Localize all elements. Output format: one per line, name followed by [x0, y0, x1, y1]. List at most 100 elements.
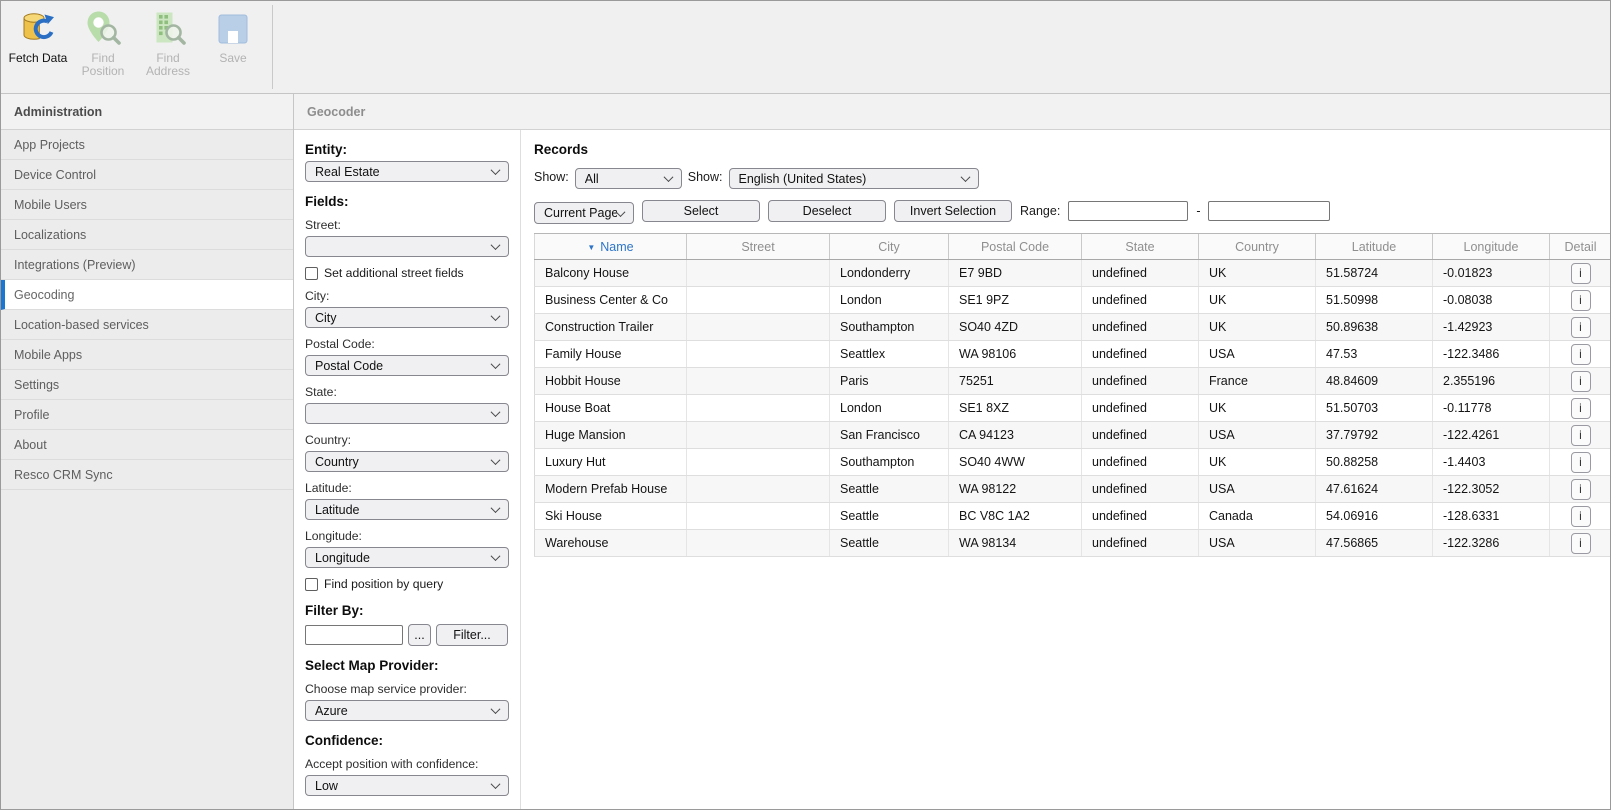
sidebar-item-integrations-preview[interactable]: Integrations (Preview): [1, 250, 293, 280]
detail-button[interactable]: i: [1571, 344, 1591, 365]
show-filter-select[interactable]: All: [575, 168, 682, 189]
cell-name: Luxury Hut: [535, 449, 687, 476]
detail-button[interactable]: i: [1571, 452, 1591, 473]
checkbox-icon[interactable]: [305, 267, 318, 280]
column-header-latitude[interactable]: Latitude: [1316, 234, 1433, 260]
filter-button[interactable]: Filter...: [436, 624, 508, 646]
sidebar-item-resco-crm-sync[interactable]: Resco CRM Sync: [1, 460, 293, 490]
fetch-data-button[interactable]: Fetch Data: [7, 7, 69, 65]
filter-ellipsis-button[interactable]: ...: [408, 624, 431, 646]
city-field-select[interactable]: City: [305, 307, 509, 328]
column-header-state[interactable]: State: [1082, 234, 1199, 260]
cell-postal: SO40 4WW: [949, 449, 1082, 476]
detail-button[interactable]: i: [1571, 371, 1591, 392]
latitude-field-value: Latitude: [315, 503, 492, 517]
column-header-name[interactable]: ▼Name: [535, 234, 687, 260]
records-table-wrap: ▼NameStreetCityPostal CodeStateCountryLa…: [534, 233, 1610, 557]
sort-desc-icon: ▼: [587, 243, 595, 252]
latitude-field-select[interactable]: Latitude: [305, 499, 509, 520]
cell-detail: i: [1550, 422, 1611, 449]
find-position-button[interactable]: Find Position: [72, 7, 134, 78]
range-from-input[interactable]: [1068, 201, 1188, 221]
page-scope-select[interactable]: Current Page: [534, 202, 634, 224]
country-field-value: Country: [315, 455, 492, 469]
street-field-select[interactable]: [305, 236, 509, 257]
page-scope-value: Current Page: [544, 206, 617, 220]
table-row[interactable]: Ski HouseSeattleBC V8C 1A2undefinedCanad…: [535, 503, 1611, 530]
sidebar-item-settings[interactable]: Settings: [1, 370, 293, 400]
table-row[interactable]: House BoatLondonSE1 8XZundefinedUK51.507…: [535, 395, 1611, 422]
sidebar-item-localizations[interactable]: Localizations: [1, 220, 293, 250]
find-position-query-checkbox-row[interactable]: Find position by query: [305, 577, 509, 591]
state-field-select[interactable]: [305, 403, 509, 424]
entity-select[interactable]: Real Estate: [305, 161, 509, 182]
cell-lng: -122.3486: [1433, 341, 1550, 368]
cell-street: [687, 314, 830, 341]
filter-input[interactable]: [305, 625, 403, 645]
geocoder-body: Entity: Real Estate Fields: Street: Set …: [294, 130, 1610, 809]
deselect-button[interactable]: Deselect: [768, 200, 886, 222]
select-button[interactable]: Select: [642, 200, 760, 222]
country-field-select[interactable]: Country: [305, 451, 509, 472]
confidence-select[interactable]: Low: [305, 775, 509, 796]
sidebar-item-geocoding[interactable]: Geocoding: [1, 280, 293, 310]
table-row[interactable]: Hobbit HouseParis75251undefinedFrance48.…: [535, 368, 1611, 395]
sidebar-item-mobile-apps[interactable]: Mobile Apps: [1, 340, 293, 370]
table-row[interactable]: Modern Prefab HouseSeattleWA 98122undefi…: [535, 476, 1611, 503]
geocoder-settings-panel: Entity: Real Estate Fields: Street: Set …: [294, 130, 521, 809]
column-header-country[interactable]: Country: [1199, 234, 1316, 260]
longitude-field-select[interactable]: Longitude: [305, 547, 509, 568]
state-field-label: State:: [305, 385, 509, 399]
column-header-city[interactable]: City: [830, 234, 949, 260]
sidebar-item-profile[interactable]: Profile: [1, 400, 293, 430]
detail-button[interactable]: i: [1571, 425, 1591, 446]
cell-postal: E7 9BD: [949, 260, 1082, 287]
column-header-postal-code[interactable]: Postal Code: [949, 234, 1082, 260]
detail-button[interactable]: i: [1571, 263, 1591, 284]
find-address-button[interactable]: Find Address: [137, 7, 199, 78]
cell-name: Huge Mansion: [535, 422, 687, 449]
table-row[interactable]: Huge MansionSan FranciscoCA 94123undefin…: [535, 422, 1611, 449]
detail-button[interactable]: i: [1571, 290, 1591, 311]
postal-field-select[interactable]: Postal Code: [305, 355, 509, 376]
range-to-input[interactable]: [1208, 201, 1330, 221]
sidebar-item-about[interactable]: About: [1, 430, 293, 460]
fields-label: Fields:: [305, 194, 509, 209]
sidebar-item-location-based-services[interactable]: Location-based services: [1, 310, 293, 340]
cell-name: Construction Trailer: [535, 314, 687, 341]
column-header-detail[interactable]: Detail: [1550, 234, 1611, 260]
cell-lng: -122.4261: [1433, 422, 1550, 449]
column-header-street[interactable]: Street: [687, 234, 830, 260]
detail-button[interactable]: i: [1571, 506, 1591, 527]
invert-selection-button[interactable]: Invert Selection: [894, 200, 1012, 222]
column-header-longitude[interactable]: Longitude: [1433, 234, 1550, 260]
sidebar-item-device-control[interactable]: Device Control: [1, 160, 293, 190]
detail-button[interactable]: i: [1571, 317, 1591, 338]
detail-button[interactable]: i: [1571, 479, 1591, 500]
sidebar-item-app-projects[interactable]: App Projects: [1, 130, 293, 160]
table-row[interactable]: Luxury HutSouthamptonSO40 4WWundefinedUK…: [535, 449, 1611, 476]
cell-lng: -0.01823: [1433, 260, 1550, 287]
cell-state: undefined: [1082, 530, 1199, 557]
sidebar-item-mobile-users[interactable]: Mobile Users: [1, 190, 293, 220]
detail-button[interactable]: i: [1571, 398, 1591, 419]
cell-lng: -122.3286: [1433, 530, 1550, 557]
cell-state: undefined: [1082, 368, 1199, 395]
filter-row: ... Filter...: [305, 624, 509, 646]
sidebar-item-label: Mobile Apps: [14, 348, 82, 362]
detail-button[interactable]: i: [1571, 533, 1591, 554]
city-field-label: City:: [305, 289, 509, 303]
table-row[interactable]: Family HouseSeattlexWA 98106undefinedUSA…: [535, 341, 1611, 368]
table-row[interactable]: WarehouseSeattleWA 98134undefinedUSA47.5…: [535, 530, 1611, 557]
sidebar-item-label: Device Control: [14, 168, 96, 182]
checkbox-icon[interactable]: [305, 578, 318, 591]
table-row[interactable]: Business Center & CoLondonSE1 9PZundefin…: [535, 287, 1611, 314]
save-button[interactable]: Save: [202, 7, 264, 65]
table-row[interactable]: Construction TrailerSouthamptonSO40 4ZDu…: [535, 314, 1611, 341]
table-row[interactable]: Balcony HouseLondonderryE7 9BDundefinedU…: [535, 260, 1611, 287]
map-provider-select[interactable]: Azure: [305, 700, 509, 721]
cell-lat: 47.56865: [1316, 530, 1433, 557]
additional-street-checkbox-row[interactable]: Set additional street fields: [305, 266, 509, 280]
show-language-select[interactable]: English (United States): [729, 168, 979, 189]
column-header-label: Longitude: [1464, 240, 1519, 254]
